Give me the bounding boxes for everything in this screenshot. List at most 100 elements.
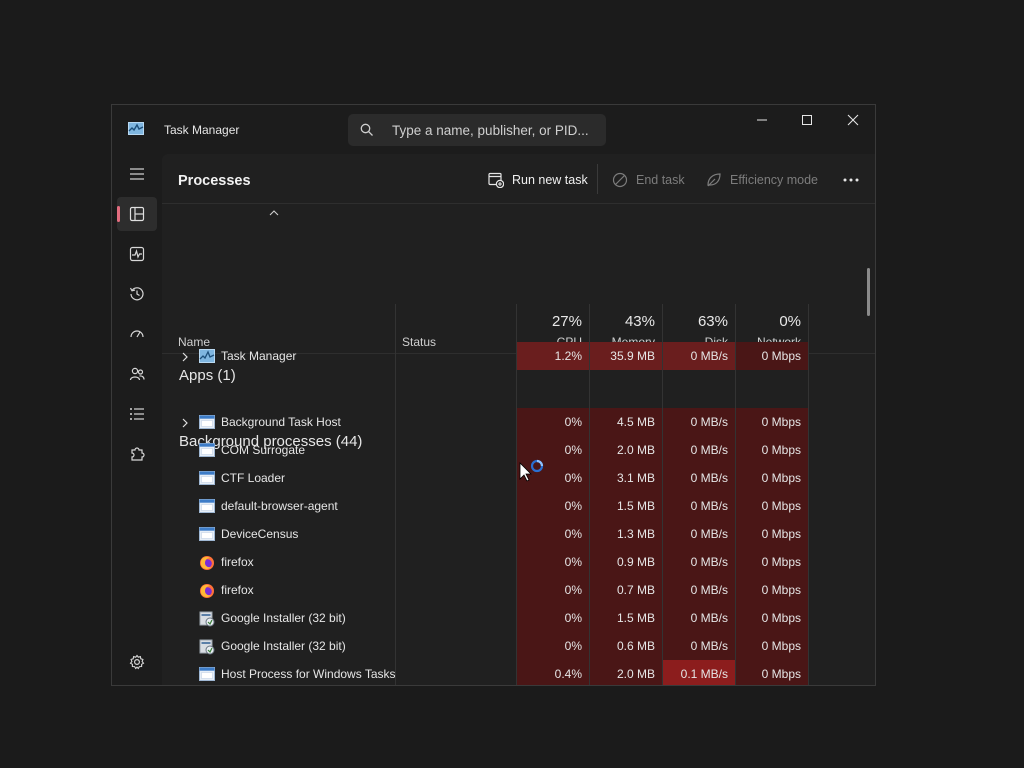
vertical-scrollbar-thumb[interactable] (867, 268, 870, 316)
network-cell: 0 Mbps (735, 342, 808, 370)
disk-cell: 0 MB/s (662, 632, 735, 660)
memory-cell: 0.9 MB (589, 548, 662, 576)
disk-cell: 0 MB/s (662, 520, 735, 548)
memory-cell: 4.5 MB (589, 408, 662, 436)
hamburger-menu-button[interactable] (117, 157, 157, 191)
speedometer-icon (130, 330, 144, 338)
cpu-cell: 0% (516, 408, 589, 436)
search-input[interactable] (392, 120, 597, 140)
network-cell: 0 Mbps (735, 520, 808, 548)
nav-settings[interactable] (117, 645, 157, 679)
nav-services[interactable] (117, 437, 157, 471)
cpu-cell: 0% (516, 632, 589, 660)
column-divider (662, 304, 663, 685)
cpu-cell: 0% (516, 576, 589, 604)
network-cell: 0 Mbps (735, 492, 808, 520)
cpu-cell: 0% (516, 548, 589, 576)
process-name: Google Installer (32 bit) (221, 611, 346, 625)
process-row[interactable]: Google Installer (32 bit) 0% 1.5 MB 0 MB/s 0… (162, 604, 875, 632)
process-row[interactable]: Task Manager 1.2% 35.9 MB 0 MB/s 0 Mbps (162, 342, 875, 370)
process-row[interactable]: default-browser-agent 0% 1.5 MB 0 MB/s 0 Mbp… (162, 492, 875, 520)
column-divider (808, 304, 809, 685)
search-box[interactable] (348, 114, 606, 146)
memory-cell: 35.9 MB (589, 342, 662, 370)
process-name: firefox (221, 583, 254, 597)
nav-app-history[interactable] (117, 277, 157, 311)
nav-performance[interactable] (117, 237, 157, 271)
task-manager-icon (199, 349, 215, 363)
chevron-right-icon[interactable] (180, 416, 190, 428)
column-divider (395, 304, 396, 685)
process-row[interactable]: firefox 0% 0.7 MB 0 MB/s 0 Mbps (162, 576, 875, 604)
memory-cell: 2.0 MB (589, 436, 662, 464)
window-title: Task Manager (164, 123, 240, 137)
process-row[interactable]: Google Installer (32 bit) 0% 0.6 MB 0 MB/s 0… (162, 632, 875, 660)
disk-cell: 0 MB/s (662, 604, 735, 632)
network-cell: 0 Mbps (735, 408, 808, 436)
cpu-cell: 1.2% (516, 342, 589, 370)
process-name: Task Manager (221, 349, 297, 363)
nav-users[interactable] (117, 357, 157, 391)
nav-details[interactable] (117, 397, 157, 431)
close-button[interactable] (830, 105, 875, 135)
task-manager-window: Task Manager Type a name, publisher, or … (111, 104, 876, 686)
column-divider (516, 304, 517, 685)
process-row[interactable]: firefox 0% 0.9 MB 0 MB/s 0 Mbps (162, 548, 875, 576)
app-window-icon (199, 471, 215, 485)
close-icon (847, 114, 859, 126)
network-cell: 0 Mbps (735, 548, 808, 576)
process-name: Background Task Host (221, 415, 341, 429)
hamburger-icon (130, 168, 144, 180)
active-nav-indicator (117, 206, 120, 222)
firefox-icon (199, 555, 215, 570)
installer-icon (199, 611, 215, 627)
column-divider (589, 304, 590, 685)
network-cell: 0 Mbps (735, 464, 808, 492)
title-bar[interactable]: Task Manager (112, 105, 875, 153)
performance-icon (129, 246, 145, 262)
process-name: COM Surrogate (221, 443, 306, 457)
disk-cell: 0 MB/s (662, 576, 735, 604)
app-window-icon (199, 443, 215, 457)
process-row[interactable]: Background Task Host 0% 4.5 MB 0 MB/s 0 Mbps (162, 408, 875, 436)
network-cell: 0 Mbps (735, 660, 808, 685)
process-row[interactable]: Host Process for Windows Tasks 0.4% 2.0 MB… (162, 660, 875, 685)
maximize-icon (802, 115, 812, 125)
nav-processes[interactable] (117, 197, 157, 231)
app-window-icon (199, 499, 215, 513)
cpu-cell: 0% (516, 492, 589, 520)
process-name: DeviceCensus (221, 527, 299, 541)
memory-cell: 3.1 MB (589, 464, 662, 492)
minimize-button[interactable] (739, 105, 785, 135)
memory-cell: 2.0 MB (589, 660, 662, 685)
memory-cell: 0.6 MB (589, 632, 662, 660)
disk-cell: 0 MB/s (662, 342, 735, 370)
app-window-icon (199, 415, 215, 429)
disk-cell: 0 MB/s (662, 408, 735, 436)
disk-cell: 0 MB/s (662, 548, 735, 576)
network-cell: 0 Mbps (735, 436, 808, 464)
history-icon (129, 287, 144, 301)
details-list-icon (130, 408, 144, 420)
column-divider (735, 304, 736, 685)
process-row[interactable]: DeviceCensus 0% 1.3 MB 0 MB/s 0 Mbps (162, 520, 875, 548)
task-manager-app-icon (128, 122, 144, 135)
cpu-cell: 0% (516, 604, 589, 632)
nav-startup-apps[interactable] (117, 317, 157, 351)
search-icon (360, 123, 373, 136)
memory-cell: 1.3 MB (589, 520, 662, 548)
maximize-button[interactable] (784, 105, 830, 135)
minimize-icon (757, 119, 767, 121)
process-name: Host Process for Windows Tasks (221, 667, 396, 681)
gear-icon (129, 654, 145, 670)
process-name: CTF Loader (221, 471, 286, 485)
network-cell: 0 Mbps (735, 576, 808, 604)
memory-cell: 1.5 MB (589, 604, 662, 632)
process-name: default-browser-agent (221, 499, 338, 513)
disk-cell: 0.1 MB/s (662, 660, 735, 685)
process-name: Google Installer (32 bit) (221, 639, 346, 653)
chevron-right-icon[interactable] (180, 350, 190, 362)
memory-cell: 1.5 MB (589, 492, 662, 520)
firefox-icon (199, 583, 215, 598)
app-window-icon (199, 667, 215, 681)
